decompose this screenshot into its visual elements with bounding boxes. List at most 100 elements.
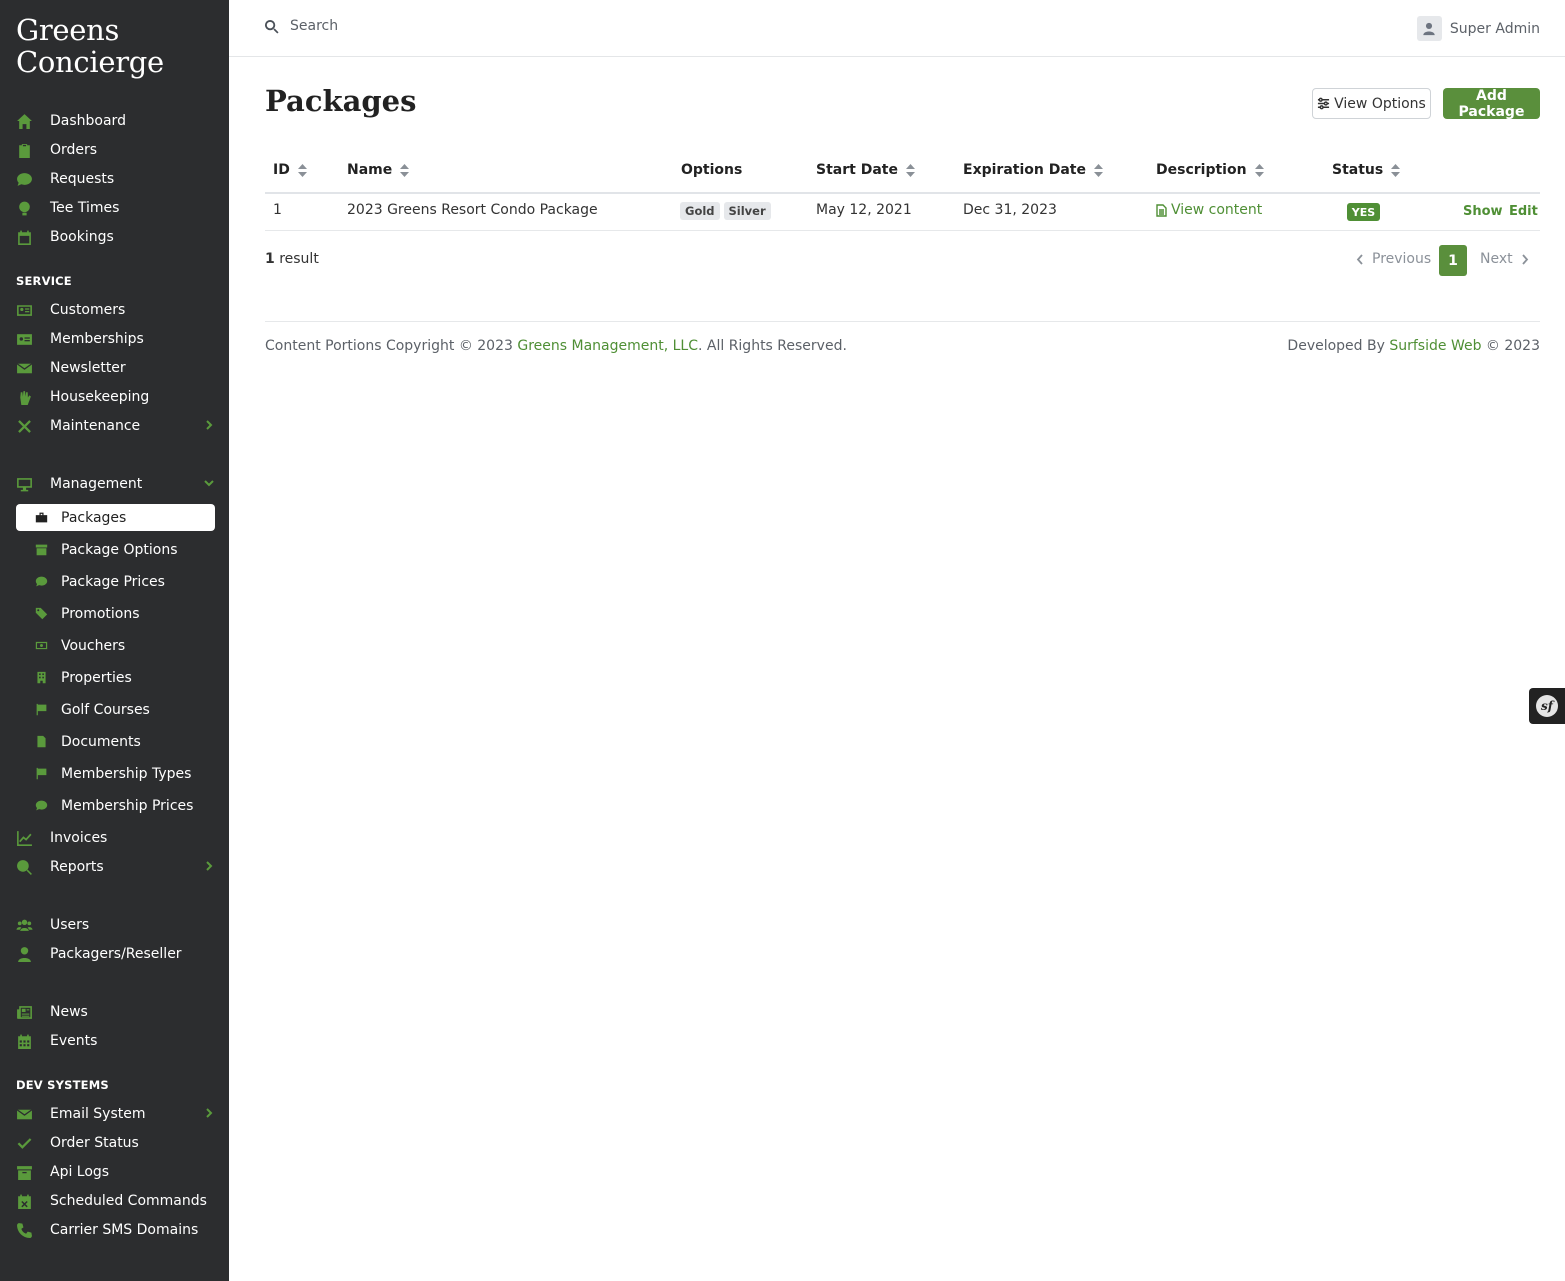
chevron-right-icon	[1521, 253, 1528, 265]
calendar-times-icon	[16, 1192, 36, 1210]
building-icon	[35, 671, 49, 685]
result-count-label: result	[279, 251, 319, 267]
box-icon	[35, 543, 49, 557]
sidebar-item-label: Management	[50, 476, 143, 492]
sidebar-subitem-label: Properties	[61, 669, 132, 686]
search-icon	[264, 19, 279, 34]
sidebar-item-label: Invoices	[50, 830, 108, 846]
sidebar-item-label: Scheduled Commands	[50, 1193, 207, 1209]
sidebar-item-label: Bookings	[50, 229, 114, 245]
show-link[interactable]: Show	[1463, 204, 1503, 219]
sidebar-item-packagers-reseller[interactable]: Packagers/Reseller	[16, 941, 215, 967]
add-package-button[interactable]: Add Package	[1443, 88, 1540, 120]
chevron-right-icon	[203, 419, 215, 431]
sidebar-item-label: Housekeeping	[50, 389, 150, 405]
debug-toolbar-toggle[interactable]: sf	[1529, 688, 1565, 724]
brand-line1: Greens	[16, 13, 120, 47]
sidebar-subitem-packages[interactable]: Packages	[16, 504, 215, 531]
sidebar-item-events[interactable]: Events	[16, 1028, 215, 1054]
user-menu[interactable]: Super Admin	[1416, 16, 1540, 41]
sidebar-item-maintenance[interactable]: Maintenance	[16, 413, 215, 439]
sidebar-item-customers[interactable]: Customers	[16, 297, 215, 323]
edit-link[interactable]: Edit	[1509, 204, 1538, 219]
symfony-icon: sf	[1536, 695, 1558, 717]
greens-management-link[interactable]: Greens Management, LLC	[517, 338, 698, 354]
sidebar-item-scheduled-commands[interactable]: Scheduled Commands	[16, 1188, 215, 1214]
sidebar-subitem-label: Vouchers	[61, 637, 126, 654]
pagination-current-page[interactable]: 1	[1439, 245, 1467, 276]
sidebar-subitem-label: Membership Prices	[61, 797, 194, 814]
tools-icon	[16, 417, 36, 435]
pagination-next[interactable]: Next	[1480, 251, 1529, 267]
footer-developer-prefix: Developed By	[1287, 338, 1390, 354]
sort-icon	[1093, 163, 1103, 177]
sidebar-item-management[interactable]: Management	[16, 471, 215, 497]
sidebar-item-orders[interactable]: Orders	[16, 137, 215, 163]
footer-copyright: Content Portions Copyright © 2023 Greens…	[265, 338, 847, 354]
sidebar-item-api-logs[interactable]: Api Logs	[16, 1159, 215, 1185]
sidebar-item-newsletter[interactable]: Newsletter	[16, 355, 215, 381]
column-header-label: Expiration Date	[963, 162, 1086, 178]
pagination-next-label: Next	[1480, 251, 1513, 267]
surfside-web-link[interactable]: Surfside Web	[1389, 338, 1481, 354]
column-header-name[interactable]: Name	[347, 162, 410, 178]
sidebar-item-bookings[interactable]: Bookings	[16, 224, 215, 250]
sidebar-item-carrier-sms-domains[interactable]: Carrier SMS Domains	[16, 1217, 215, 1243]
sidebar-item-label: Memberships	[50, 331, 144, 347]
sidebar-item-reports[interactable]: Reports	[16, 854, 215, 880]
sidebar-item-dashboard[interactable]: Dashboard	[16, 108, 215, 134]
sidebar-item-order-status[interactable]: Order Status	[16, 1130, 215, 1156]
status-badge: YES	[1347, 203, 1380, 221]
column-header-id[interactable]: ID	[273, 162, 307, 178]
section-heading-service: SERVICE	[16, 274, 72, 288]
footer-divider	[265, 321, 1540, 322]
sidebar-subitem-label: Documents	[61, 733, 141, 750]
sidebar-subitem-golf-courses[interactable]: Golf Courses	[16, 696, 215, 723]
sidebar-subitem-properties[interactable]: Properties	[16, 664, 215, 691]
table-header-divider	[265, 192, 1540, 194]
sidebar-item-housekeeping[interactable]: Housekeeping	[16, 384, 215, 410]
sidebar-item-memberships[interactable]: Memberships	[16, 326, 215, 352]
view-options-button[interactable]: View Options	[1312, 88, 1431, 119]
column-header-start-date[interactable]: Start Date	[816, 162, 915, 178]
sidebar-item-invoices[interactable]: Invoices	[16, 825, 215, 851]
sidebar-item-users[interactable]: Users	[16, 912, 215, 938]
search-input[interactable]: Search	[264, 18, 338, 34]
sidebar-subitem-membership-types[interactable]: Membership Types	[16, 760, 215, 787]
users-icon	[16, 916, 36, 934]
sidebar-item-requests[interactable]: Requests	[16, 166, 215, 192]
chevron-right-icon	[203, 1107, 215, 1119]
brand-logo[interactable]: Greens Concierge	[16, 14, 164, 78]
sidebar-item-news[interactable]: News	[16, 999, 215, 1025]
sidebar-item-label: Carrier SMS Domains	[50, 1222, 199, 1238]
cell-name: 2023 Greens Resort Condo Package	[347, 202, 598, 218]
sidebar-item-label: Dashboard	[50, 113, 126, 129]
envelope-icon	[16, 1105, 36, 1123]
pagination-previous[interactable]: Previous	[1356, 251, 1431, 267]
sidebar-subitem-vouchers[interactable]: Vouchers	[16, 632, 215, 659]
sidebar-item-email-system[interactable]: Email System	[16, 1101, 215, 1127]
calendar-check-icon	[16, 228, 36, 246]
sliders-icon	[1318, 97, 1330, 110]
phone-icon	[16, 1221, 36, 1239]
search-placeholder: Search	[290, 18, 339, 34]
column-header-expiration-date[interactable]: Expiration Date	[963, 162, 1103, 178]
brand-line2: Concierge	[16, 45, 164, 79]
sidebar-item-label: Events	[50, 1033, 98, 1049]
flag-icon	[35, 767, 49, 781]
newspaper-icon	[16, 1003, 36, 1021]
sidebar-subitem-membership-prices[interactable]: Membership Prices	[16, 792, 215, 819]
sidebar-subitem-promotions[interactable]: Promotions	[16, 600, 215, 627]
sidebar: Greens Concierge Dashboard Orders Reques…	[0, 0, 229, 1281]
desktop-icon	[16, 475, 36, 493]
sidebar-item-tee-times[interactable]: Tee Times	[16, 195, 215, 221]
column-header-description[interactable]: Description	[1156, 162, 1264, 178]
sidebar-subitem-package-options[interactable]: Package Options	[16, 536, 215, 563]
sidebar-subitem-package-prices[interactable]: Package Prices	[16, 568, 215, 595]
view-content-link[interactable]: View content	[1156, 202, 1262, 218]
clipboard-icon	[16, 141, 36, 159]
user-name: Super Admin	[1449, 20, 1540, 37]
sort-icon	[905, 163, 915, 177]
column-header-status[interactable]: Status	[1332, 162, 1401, 178]
sidebar-subitem-documents[interactable]: Documents	[16, 728, 215, 755]
